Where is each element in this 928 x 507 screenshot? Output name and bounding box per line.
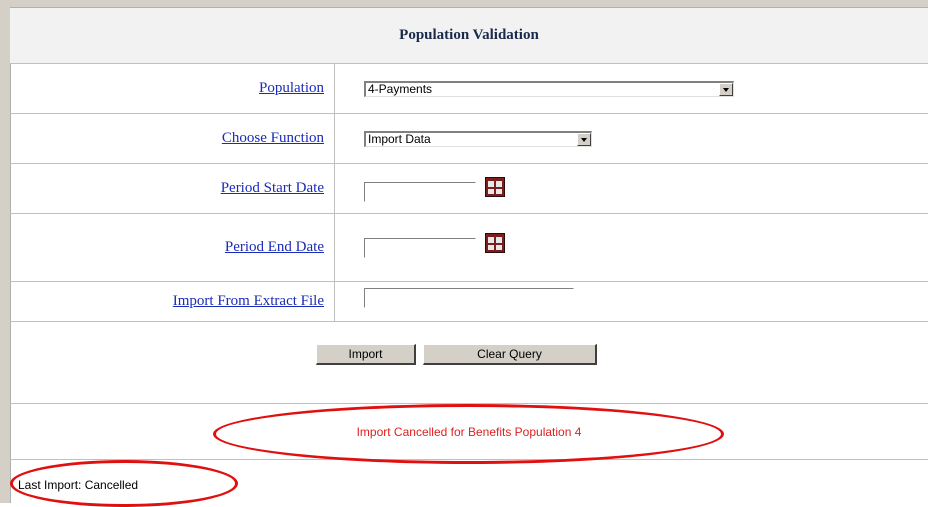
period-end-input[interactable] — [364, 238, 476, 258]
period-end-label-cell: Period End Date — [10, 214, 335, 281]
period-end-link[interactable]: Period End Date — [225, 239, 324, 256]
choose-function-link[interactable]: Choose Function — [222, 130, 324, 147]
function-label-cell: Choose Function — [10, 114, 335, 163]
period-end-value-cell — [335, 214, 928, 281]
function-select-value: Import Data — [368, 132, 431, 146]
highlight-ellipse-last-import — [10, 460, 238, 507]
import-button[interactable]: Import — [316, 344, 416, 365]
population-row: Population 4-Payments — [10, 64, 928, 114]
period-start-row: Period Start Date — [10, 164, 928, 214]
actions-row: Import Clear Query — [10, 322, 928, 404]
population-value-cell: 4-Payments — [335, 64, 928, 113]
period-end-row: Period End Date — [10, 214, 928, 282]
population-label-cell: Population — [10, 64, 335, 113]
function-value-cell: Import Data — [335, 114, 928, 163]
import-file-input[interactable] — [364, 288, 574, 308]
period-start-value-cell — [335, 164, 928, 213]
calendar-icon[interactable] — [485, 233, 505, 253]
period-start-link[interactable]: Period Start Date — [221, 180, 324, 197]
period-start-label-cell: Period Start Date — [10, 164, 335, 213]
population-link[interactable]: Population — [259, 80, 324, 97]
title-bar: Population Validation — [10, 8, 928, 64]
window-frame-top — [0, 0, 928, 7]
period-start-input[interactable] — [364, 182, 476, 202]
population-select-value: 4-Payments — [368, 82, 433, 96]
chevron-down-icon[interactable] — [719, 83, 733, 96]
function-row: Choose Function Import Data — [10, 114, 928, 164]
window-frame-left — [0, 0, 10, 503]
page-title: Population Validation — [399, 27, 539, 43]
import-file-label-cell: Import From Extract File — [10, 282, 335, 321]
calendar-icon[interactable] — [485, 177, 505, 197]
function-select[interactable]: Import Data — [364, 131, 592, 147]
population-select[interactable]: 4-Payments — [364, 81, 734, 97]
import-file-value-cell — [335, 282, 928, 321]
import-file-row: Import From Extract File — [10, 282, 928, 322]
chevron-down-icon[interactable] — [577, 133, 591, 146]
highlight-ellipse-message — [213, 404, 724, 464]
import-file-link[interactable]: Import From Extract File — [173, 293, 324, 310]
clear-query-button[interactable]: Clear Query — [423, 344, 597, 365]
